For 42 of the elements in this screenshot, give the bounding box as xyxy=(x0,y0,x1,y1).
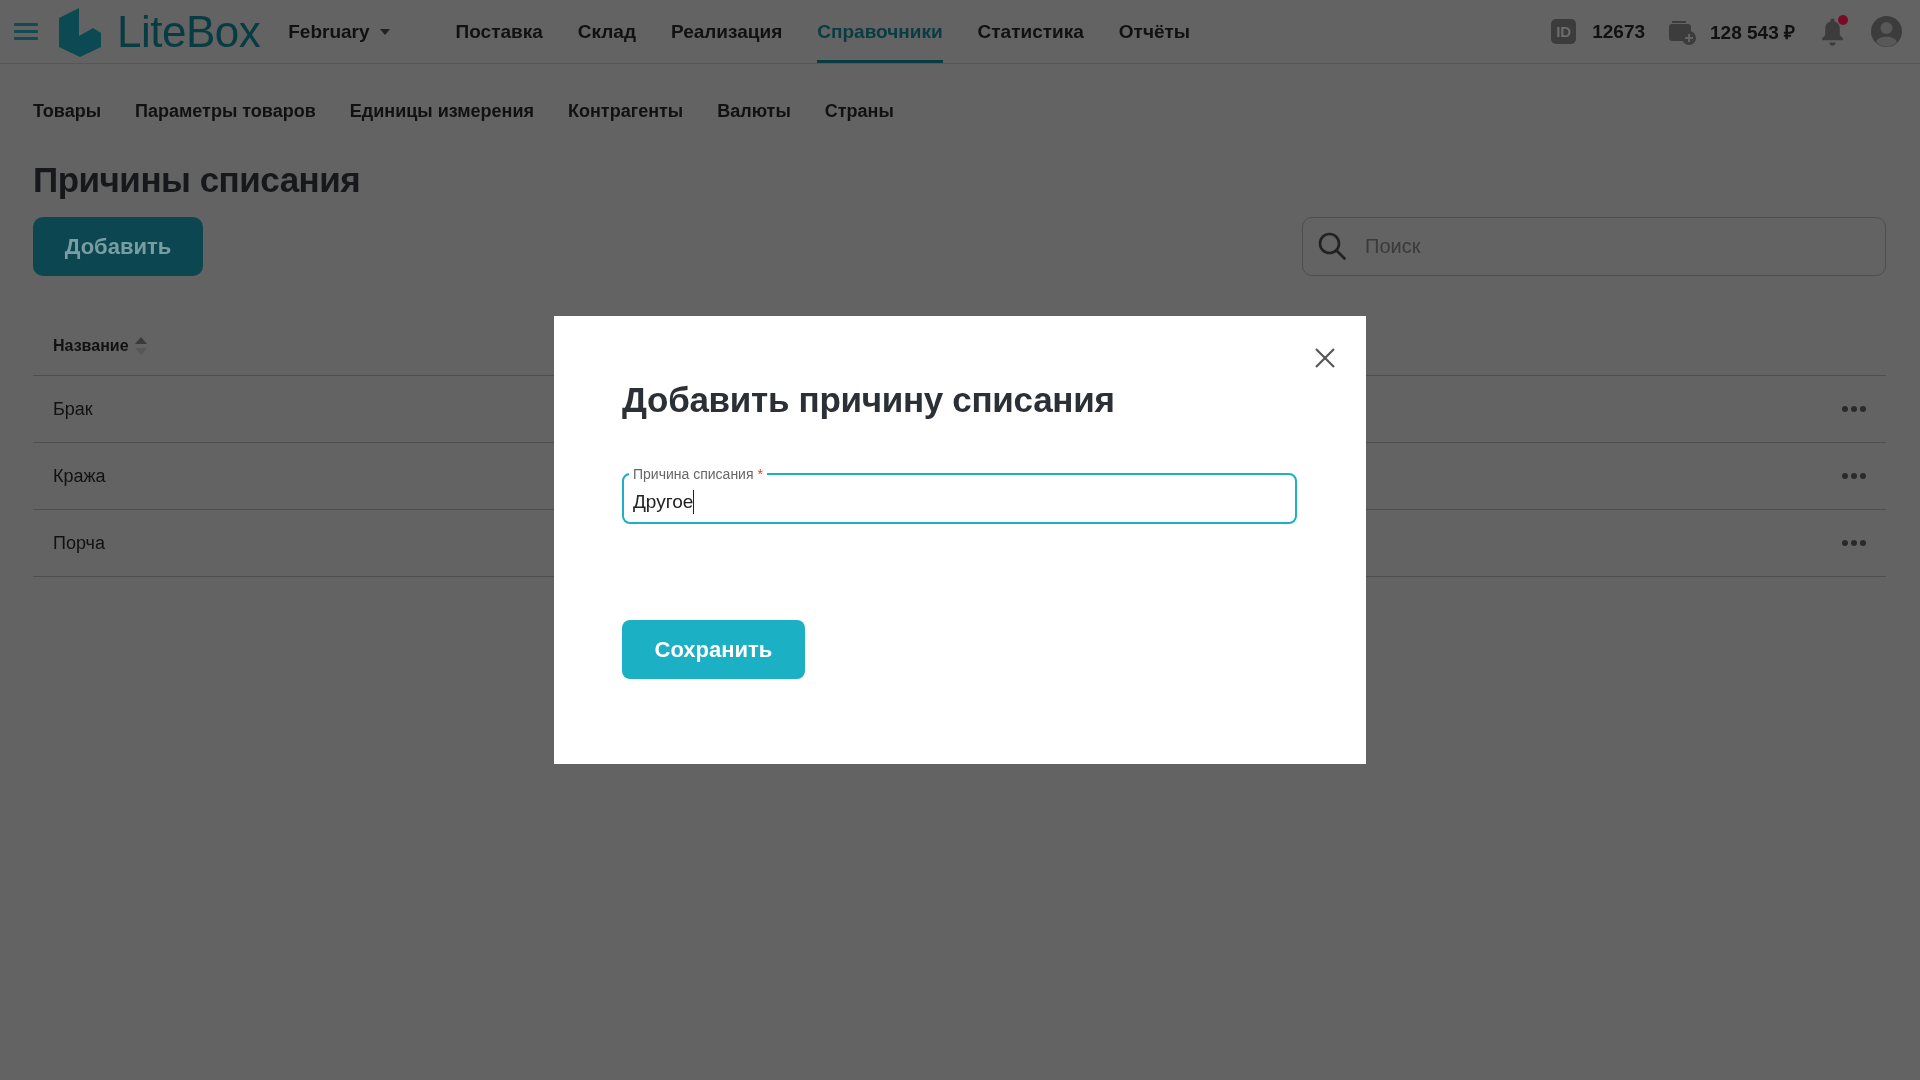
bell-icon[interactable] xyxy=(1820,16,1845,47)
caret-down-icon xyxy=(379,28,390,35)
account-id: 12673 xyxy=(1592,20,1646,43)
balance-amount: 128 543 ₽ xyxy=(1710,20,1795,45)
field-label: Причина списания * xyxy=(632,466,764,482)
subnav-tab[interactable]: Единицы измерения xyxy=(349,98,534,124)
search-icon xyxy=(1318,232,1346,260)
sort-icon[interactable] xyxy=(134,337,147,355)
table-cell: Кража xyxy=(53,465,106,487)
table-cell: Брак xyxy=(53,398,93,420)
modal-title: Добавить причину списания xyxy=(622,379,1115,421)
nav-tab[interactable]: Поставка xyxy=(455,0,543,63)
subnav-tab[interactable]: Валюты xyxy=(717,98,791,124)
close-button[interactable] xyxy=(1315,348,1335,368)
nav-tab[interactable]: Отчёты xyxy=(1118,0,1190,63)
nav-tab[interactable]: Статистика xyxy=(977,0,1084,63)
save-button[interactable]: Сохранить xyxy=(622,620,805,679)
more-button[interactable] xyxy=(1841,470,1867,482)
subnav-tab[interactable]: Параметры товаров xyxy=(135,98,316,124)
ellipsis-icon xyxy=(1842,406,1866,412)
brand-name: LiteBox xyxy=(117,9,261,54)
nav-tab[interactable]: Справочники xyxy=(817,0,943,63)
more-button[interactable] xyxy=(1841,537,1867,549)
menu-icon[interactable] xyxy=(14,23,38,40)
subnav-tab[interactable]: Контрагенты xyxy=(568,98,684,124)
add-button[interactable]: Добавить xyxy=(33,217,203,276)
column-header[interactable]: Название xyxy=(53,335,129,357)
nav-tab[interactable]: Реализация xyxy=(670,0,783,63)
text-field[interactable]: Причина списания * Другое xyxy=(622,466,1297,524)
field-value: Другое xyxy=(633,490,695,514)
subnav-tab[interactable]: Страны xyxy=(824,98,894,124)
table-cell: Порча xyxy=(53,532,105,554)
subnav-tab[interactable]: Товары xyxy=(33,98,102,124)
ellipsis-icon xyxy=(1842,540,1866,546)
more-button[interactable] xyxy=(1841,403,1867,415)
avatar-icon[interactable] xyxy=(1871,16,1902,47)
page-title: Причины списания xyxy=(33,159,361,201)
wallet-plus-icon[interactable] xyxy=(1669,18,1697,45)
close-icon xyxy=(1315,348,1335,368)
nav-tab[interactable]: Склад xyxy=(577,0,636,63)
ellipsis-icon xyxy=(1842,473,1866,479)
period-dropdown[interactable]: February xyxy=(288,20,390,43)
